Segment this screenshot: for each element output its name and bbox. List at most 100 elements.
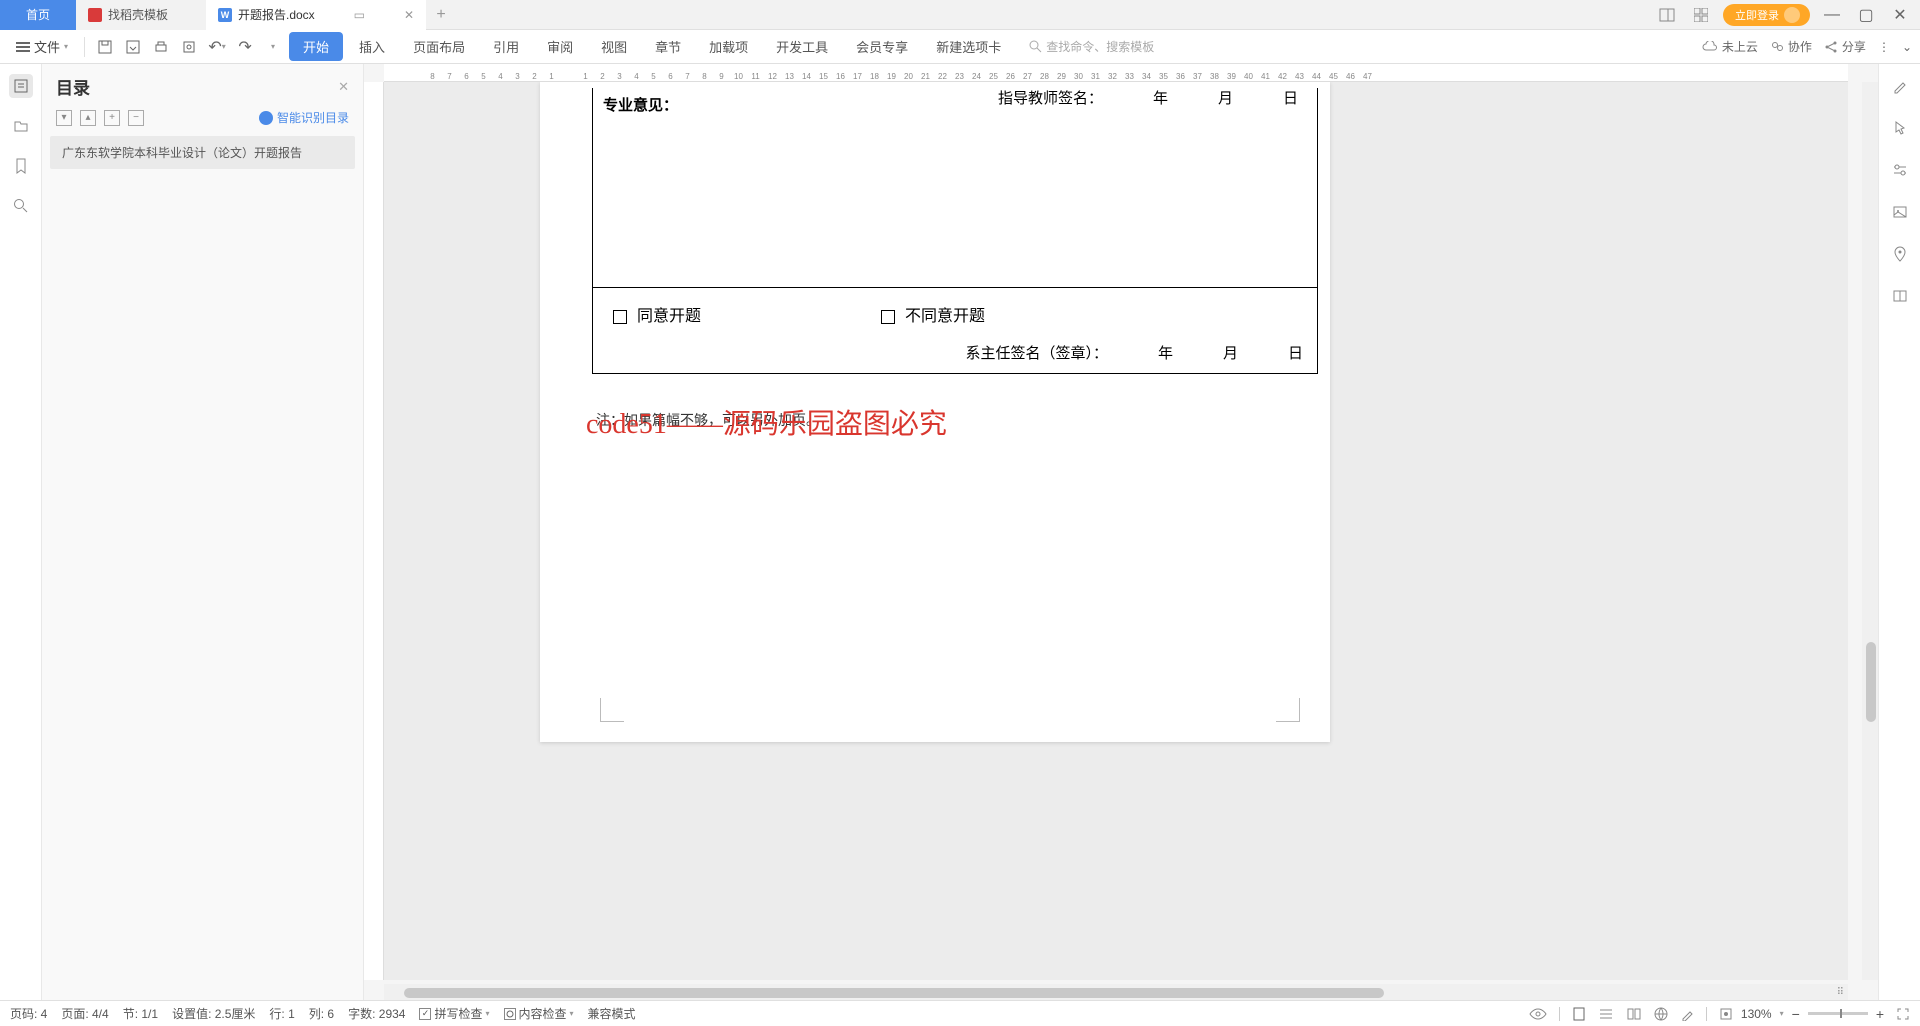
- ribbon-tab-member[interactable]: 会员专享: [844, 33, 920, 60]
- settings-sliders-icon[interactable]: [1888, 158, 1912, 182]
- login-button[interactable]: 立即登录: [1723, 4, 1810, 26]
- file-menu[interactable]: 文件 ▾: [8, 33, 76, 60]
- status-spellcheck[interactable]: ✓拼写检查 ▾: [419, 1005, 489, 1022]
- status-section[interactable]: 节: 1/1: [123, 1005, 158, 1022]
- title-bar: 首页 找稻壳模板 W 开题报告.docx ▭ ✕ + 立即登录 — ▢ ✕: [0, 0, 1920, 30]
- zoom-in-button[interactable]: +: [1876, 1006, 1884, 1022]
- watermark-text: code51——源码乐园盗图必究: [586, 402, 947, 442]
- view-page-icon[interactable]: [1572, 1006, 1586, 1022]
- search-rail-icon[interactable]: [9, 194, 33, 218]
- status-bar: 页码: 4 页面: 4/4 节: 1/1 设置值: 2.5厘米 行: 1 列: …: [0, 1000, 1920, 1026]
- vertical-scrollbar[interactable]: [1862, 82, 1878, 980]
- smart-toc-button[interactable]: 智能识别目录: [259, 109, 349, 126]
- view-draft-icon[interactable]: [1680, 1007, 1694, 1021]
- collab-button[interactable]: 协作: [1770, 38, 1812, 55]
- doc-template-icon: [88, 8, 102, 22]
- disagree-checkbox[interactable]: 不同意开题: [881, 302, 985, 326]
- zoom-out-button[interactable]: −: [1792, 1006, 1800, 1022]
- edit-pencil-icon[interactable]: [1888, 74, 1912, 98]
- window-close-button[interactable]: ✕: [1888, 3, 1912, 27]
- zoom-fit-icon[interactable]: [1719, 1007, 1733, 1021]
- toc-collapse-icon[interactable]: ▾: [56, 110, 72, 126]
- ribbon-tab-chapter[interactable]: 章节: [643, 33, 693, 60]
- command-search[interactable]: 查找命令、搜索模板: [1029, 38, 1154, 55]
- status-compat[interactable]: 兼容模式: [588, 1005, 636, 1022]
- reading-mode-icon[interactable]: [1888, 284, 1912, 308]
- ribbon-tab-addon[interactable]: 加载项: [697, 33, 760, 60]
- sidebar-close-icon[interactable]: ✕: [338, 79, 349, 95]
- document-scroll-area[interactable]: 指导教师签名： 年 月 日 专业意见： 同意开题 不同意开题: [384, 82, 1848, 980]
- status-words[interactable]: 字数: 2934: [348, 1005, 405, 1022]
- share-button[interactable]: 分享: [1824, 38, 1866, 55]
- opinion-cell[interactable]: 专业意见：: [593, 88, 1317, 288]
- more-icon[interactable]: ⋮: [1878, 40, 1890, 54]
- tab-home[interactable]: 首页: [0, 0, 76, 30]
- ribbon-tab-review[interactable]: 审阅: [535, 33, 585, 60]
- image-tool-icon[interactable]: [1888, 200, 1912, 224]
- ribbon-tab-insert[interactable]: 插入: [347, 33, 397, 60]
- toc-item[interactable]: 广东东软学院本科毕业设计（论文）开题报告: [50, 136, 355, 169]
- overflow-dropdown-icon[interactable]: ▾: [261, 35, 285, 59]
- window-maximize-button[interactable]: ▢: [1854, 3, 1878, 27]
- view-read-icon[interactable]: [1626, 1007, 1642, 1021]
- folder-icon[interactable]: [9, 114, 33, 138]
- vertical-ruler[interactable]: [364, 82, 384, 980]
- apps-grid-icon[interactable]: [1689, 3, 1713, 27]
- right-rail: [1878, 64, 1920, 1000]
- ribbon-tab-dev[interactable]: 开发工具: [764, 33, 840, 60]
- dean-sig-label: 系主任签名（签章）：: [965, 342, 1108, 363]
- view-web-icon[interactable]: [1654, 1007, 1668, 1021]
- ribbon-tab-newtab[interactable]: 新建选项卡: [924, 33, 1013, 60]
- status-setting[interactable]: 设置值: 2.5厘米: [172, 1005, 255, 1022]
- toc-expand-icon[interactable]: ▴: [80, 110, 96, 126]
- print-icon[interactable]: [149, 35, 173, 59]
- zoom-level[interactable]: 130%: [1741, 1007, 1772, 1021]
- search-icon: [1029, 40, 1042, 53]
- toc-toolbar: ▾ ▴ + − 智能识别目录: [42, 105, 363, 134]
- toc-minus-icon[interactable]: −: [128, 110, 144, 126]
- location-icon[interactable]: [1888, 242, 1912, 266]
- status-col[interactable]: 列: 6: [309, 1005, 334, 1022]
- redo-icon[interactable]: ↷: [233, 35, 257, 59]
- tab-document-active[interactable]: W 开题报告.docx ▭ ✕: [206, 0, 426, 30]
- ribbon-bar: 文件 ▾ ↶▾ ↷ ▾ 开始 插入 页面布局 引用 审阅 视图 章节 加载项 开…: [0, 30, 1920, 64]
- ribbon-tab-start[interactable]: 开始: [289, 32, 343, 61]
- undo-icon[interactable]: ↶▾: [205, 35, 229, 59]
- outline-icon[interactable]: [9, 74, 33, 98]
- save-as-icon[interactable]: [121, 35, 145, 59]
- ribbon-tab-reference[interactable]: 引用: [481, 33, 531, 60]
- select-cursor-icon[interactable]: [1888, 116, 1912, 140]
- save-icon[interactable]: [93, 35, 117, 59]
- document-page[interactable]: 指导教师签名： 年 月 日 专业意见： 同意开题 不同意开题: [540, 82, 1330, 742]
- horizontal-ruler[interactable]: 8765432112345678910111213141516171819202…: [384, 64, 1848, 82]
- print-preview-icon[interactable]: [177, 35, 201, 59]
- collapse-ribbon-icon[interactable]: ⌄: [1902, 40, 1912, 54]
- layout-toggle-icon[interactable]: [1655, 3, 1679, 27]
- status-page-no[interactable]: 页码: 4: [10, 1005, 47, 1022]
- scroll-options-icon[interactable]: ⠿: [1837, 987, 1844, 998]
- document-canvas: 8765432112345678910111213141516171819202…: [364, 64, 1878, 1000]
- agree-checkbox[interactable]: 同意开题: [613, 302, 701, 326]
- status-row[interactable]: 行: 1: [269, 1005, 294, 1022]
- fullscreen-icon[interactable]: [1896, 1007, 1910, 1021]
- zoom-controls: 130%▾ − +: [1719, 1006, 1884, 1022]
- window-minimize-button[interactable]: —: [1820, 3, 1844, 27]
- hamburger-icon: [16, 42, 30, 52]
- horizontal-scrollbar[interactable]: ⠿: [384, 984, 1848, 1000]
- status-content-check[interactable]: 内容检查 ▾: [504, 1005, 574, 1022]
- eye-protect-icon[interactable]: [1529, 1008, 1547, 1020]
- view-outline-icon[interactable]: [1598, 1008, 1614, 1020]
- ribbon-tab-layout[interactable]: 页面布局: [401, 33, 477, 60]
- tab-template[interactable]: 找稻壳模板: [76, 0, 206, 30]
- smart-dot-icon: [259, 111, 273, 125]
- cloud-status[interactable]: 未上云: [1702, 38, 1758, 55]
- tab-close-icon[interactable]: ✕: [404, 8, 414, 22]
- bookmark-icon[interactable]: [9, 154, 33, 178]
- ribbon-tab-view[interactable]: 视图: [589, 33, 639, 60]
- word-doc-icon: W: [218, 8, 232, 22]
- tab-window-icon[interactable]: ▭: [354, 8, 365, 22]
- tab-add-button[interactable]: +: [426, 6, 456, 24]
- status-page[interactable]: 页面: 4/4: [61, 1005, 108, 1022]
- zoom-slider[interactable]: [1808, 1012, 1868, 1015]
- toc-plus-icon[interactable]: +: [104, 110, 120, 126]
